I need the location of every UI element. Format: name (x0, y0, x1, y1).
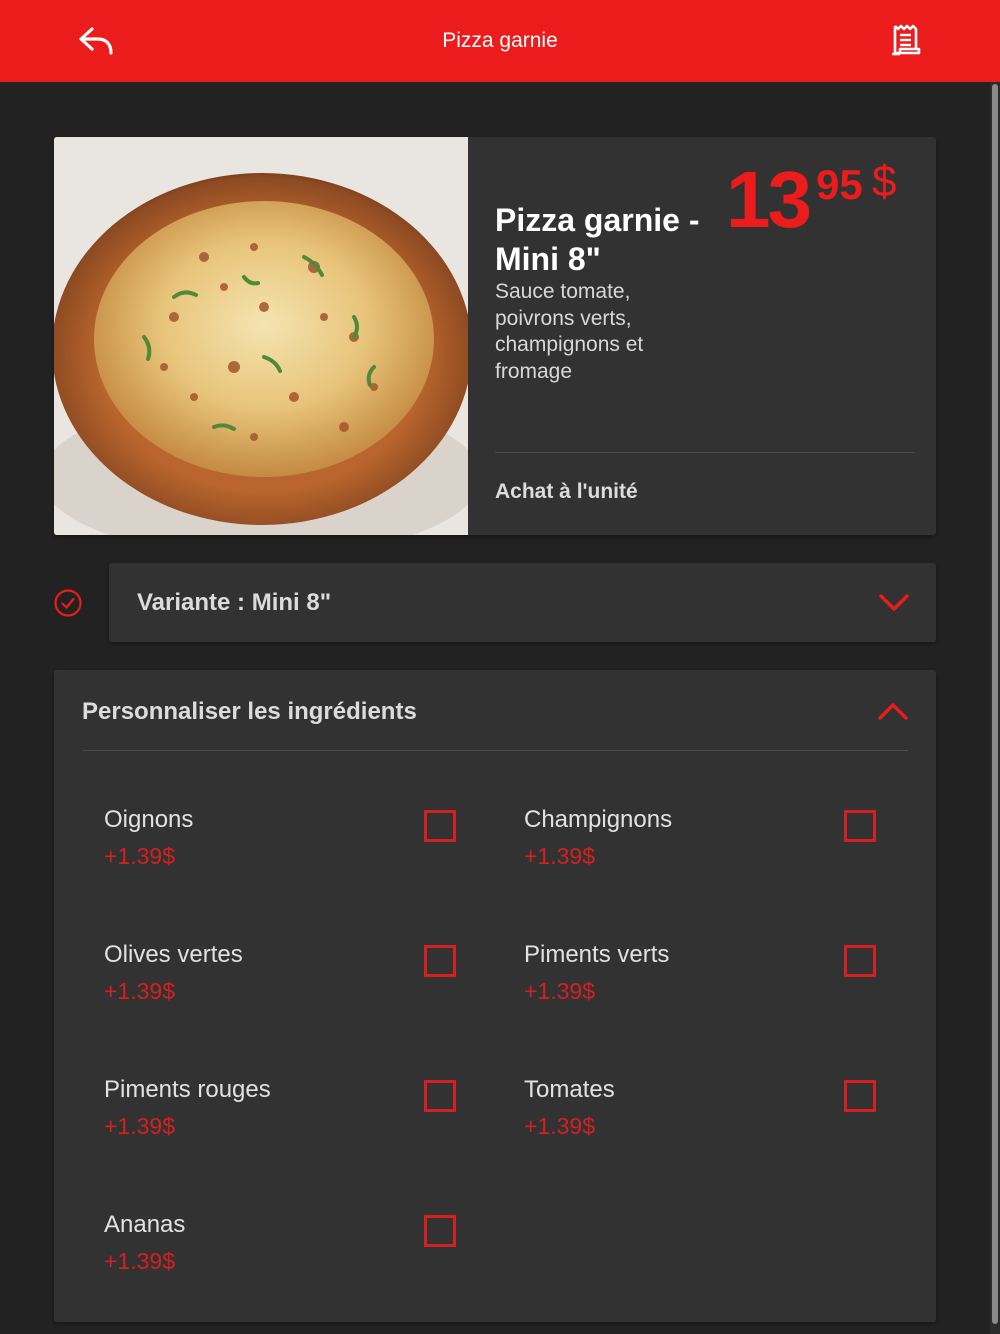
ingredient-item[interactable]: Piments verts +1.39$ (524, 940, 924, 1020)
ingredient-price: +1.39$ (104, 1248, 175, 1274)
ingredient-name: Piments verts (524, 941, 670, 968)
page-title: Pizza garnie (442, 29, 558, 52)
ingredient-item[interactable]: Tomates +1.39$ (524, 1075, 924, 1155)
product-image (54, 137, 481, 535)
ingredient-checkbox[interactable] (424, 1215, 456, 1247)
chevron-down-icon (877, 590, 911, 616)
ingredient-checkbox[interactable] (844, 1080, 876, 1112)
ingredient-name: Ananas (104, 1211, 186, 1238)
ingredient-checkbox[interactable] (424, 945, 456, 977)
cart-button[interactable] (884, 20, 926, 62)
ingredient-price: +1.39$ (524, 978, 595, 1004)
ingredient-price: +1.39$ (104, 843, 175, 869)
variant-dropdown[interactable]: Variante : Mini 8" (109, 563, 936, 642)
ingredient-item[interactable]: Ananas +1.39$ (104, 1210, 504, 1290)
variant-selected-indicator (53, 588, 83, 618)
ingredient-item[interactable]: Piments rouges +1.39$ (104, 1075, 504, 1155)
ingredient-item[interactable]: Olives vertes +1.39$ (104, 940, 504, 1020)
product-description: Sauce tomate, poivrons verts, champignon… (495, 280, 644, 383)
ingredient-name: Tomates (524, 1076, 615, 1103)
card-divider (495, 452, 915, 453)
scrollbar[interactable] (990, 82, 1000, 1334)
ingredient-checkbox[interactable] (844, 810, 876, 842)
chevron-up-icon[interactable] (876, 698, 910, 724)
product-card: Pizza garnie - Mini 8" Sauce tomate, poi… (54, 137, 936, 535)
customize-header[interactable]: Personnaliser les ingrédients (82, 670, 417, 753)
ingredient-checkbox[interactable] (844, 945, 876, 977)
ingredient-price: +1.39$ (104, 1113, 175, 1139)
ingredient-price: +1.39$ (524, 1113, 595, 1139)
receipt-icon (892, 24, 921, 56)
price-currency: $ (872, 157, 897, 206)
top-app-bar: Pizza garnie (0, 0, 1000, 82)
ingredient-name: Piments rouges (104, 1076, 271, 1103)
ingredient-price: +1.39$ (104, 978, 175, 1004)
ingredient-item[interactable]: Champignons +1.39$ (524, 805, 924, 885)
ingredient-name: Champignons (524, 806, 673, 833)
ingredient-checkbox[interactable] (424, 810, 456, 842)
price-integer: 13 (726, 155, 812, 244)
product-price: 13 95 $ (726, 155, 896, 245)
ingredient-name: Olives vertes (104, 941, 243, 968)
customize-ingredients-panel: Personnaliser les ingrédients Oignons +1… (54, 670, 936, 1322)
purchase-mode: Achat à l'unité (495, 480, 638, 503)
ingredient-name: Oignons (104, 806, 194, 833)
ingredient-item[interactable]: Oignons +1.39$ (104, 805, 504, 885)
scrollbar-thumb[interactable] (992, 84, 998, 1324)
product-name: Pizza garnie - Mini 8" (495, 202, 700, 277)
price-cents: 95 (816, 161, 863, 208)
check-circle-icon (54, 589, 82, 617)
customize-divider (82, 750, 908, 751)
ingredient-checkbox[interactable] (424, 1080, 456, 1112)
variant-label: Variante : Mini 8" (137, 588, 332, 616)
ingredient-price: +1.39$ (524, 843, 595, 869)
